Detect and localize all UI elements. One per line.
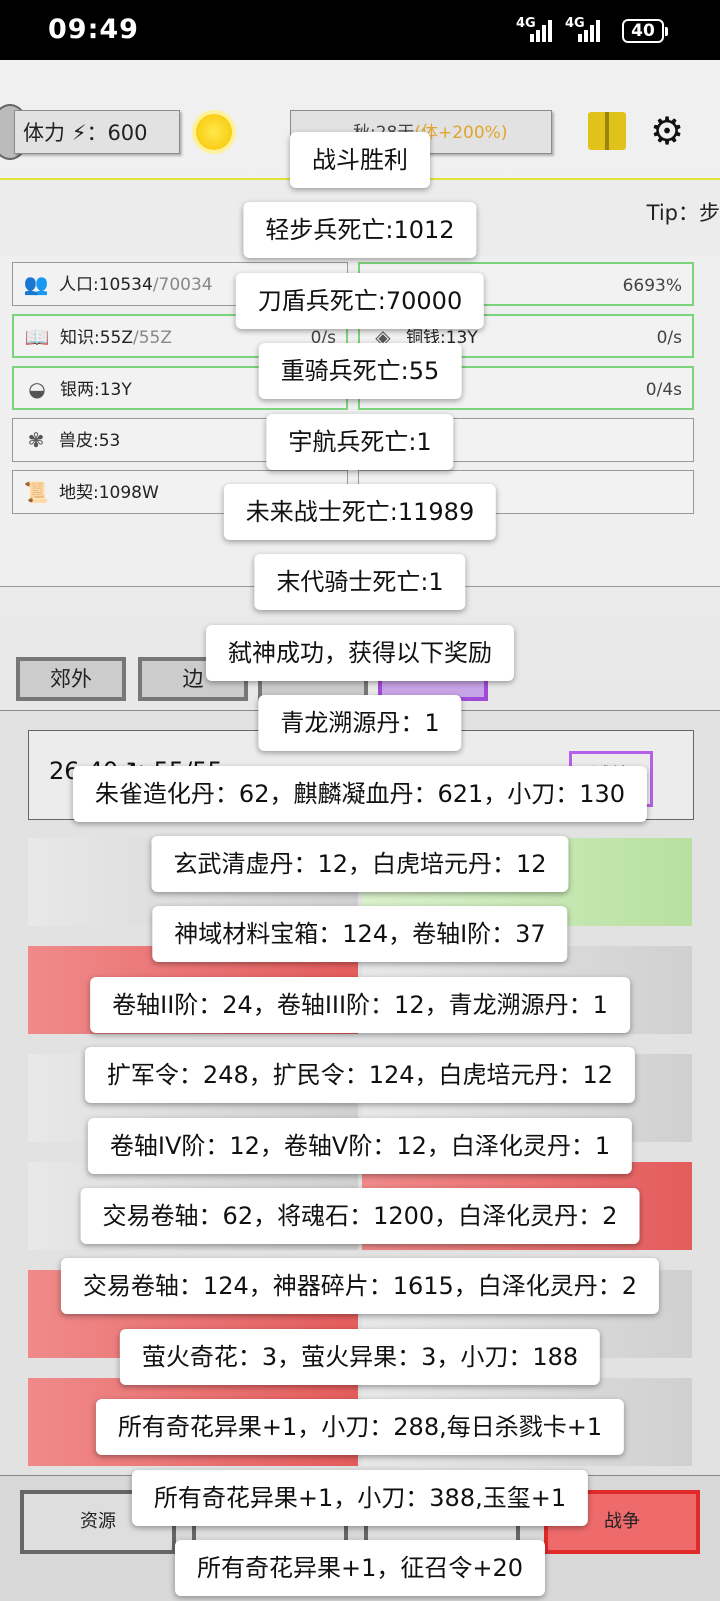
resource-label: 银两:13Y [60,380,132,400]
stamina-value: 600 [107,121,148,145]
toast-message: 卷轴II阶：24，卷轴III阶：12，青龙溯源丹：1 [90,976,630,1033]
resource-label: 地契:1098W [59,483,159,503]
toast-title: 战斗胜利 [290,132,430,188]
resource-label: 人口:10534 [59,275,153,295]
tip-text: Tip：步 [646,201,720,225]
battery-icon: 40 [622,19,668,43]
gift-icon[interactable] [588,112,626,150]
toast-message: 萤火奇花：3，萤火异果：3，小刀：188 [119,1328,601,1385]
toast-message: 重骑兵死亡:55 [258,343,462,400]
resource-max: /55Z [133,328,173,348]
resource-rate: 0/s [656,328,682,348]
status-bar: 09:49 4G 4G 40 [0,0,720,60]
toast-message: 青龙溯源丹：1 [258,695,462,752]
ingot-icon: ◒ [28,377,46,401]
lightning-icon: ⚡ [71,121,87,145]
gear-icon[interactable]: ⚙ [646,110,688,152]
toast-message: 交易卷轴：62，将魂石：1200，白泽化灵丹：2 [80,1188,640,1244]
tab-outskirts[interactable]: 郊外 [16,657,126,701]
stamina-panel[interactable]: 体力 ⚡：600 [14,110,180,154]
toast-message: 神域材料宝箱：124，卷轴I阶：37 [152,906,568,963]
toast-message: 玄武清虚丹：12，白虎培元丹：12 [151,836,569,892]
toast-message: 弑神成功，获得以下奖励 [206,624,514,681]
book-icon: 📖 [24,325,50,349]
stamina-label: 体力 [23,121,65,145]
toast-message: 末代骑士死亡:1 [254,554,466,611]
deed-icon: 📜 [23,480,49,504]
toast-message: 轻步兵死亡:1012 [243,202,477,259]
resource-label: 兽皮:53 [59,431,121,451]
hide-icon: ✾ [27,428,45,452]
toast-message: 刀盾兵死亡:70000 [235,272,485,329]
toast-message: 交易卷轴：124，神器碎片：1615，白泽化灵丹：2 [60,1258,660,1315]
toast-message: 所有奇花异果+1，小刀：388,玉玺+1 [131,1469,589,1526]
signal-bars-icon [578,20,604,42]
toast-message: 所有奇花异果+1，小刀：288,每日杀戮卡+1 [95,1399,625,1456]
clock: 09:49 [48,14,139,45]
toast-message: 未来战士死亡:11989 [223,484,497,540]
stamina-separator: ： [86,121,108,145]
resource-rate: 6693% [622,276,682,296]
people-icon: 👥 [23,272,49,296]
toast-message: 宇航兵死亡:1 [266,413,454,470]
toast-message: 扩军令：248，扩民令：124，白虎培元丹：12 [84,1047,636,1104]
signal-bars-icon [530,20,556,42]
toast-message: 卷轴IV阶：12，卷轴V阶：12，白泽化灵丹：1 [87,1117,633,1174]
resource-max: /70034 [152,275,213,295]
sun-weather-icon[interactable] [196,114,232,150]
resource-rate: 0/4s [645,380,682,400]
toast-message: 朱雀造化丹：62，麒麟凝血丹：621，小刀：130 [72,765,648,822]
resource-label: 知识:55Z [60,328,134,348]
toast-message: 所有奇花异果+1，征召令+20 [174,1540,546,1596]
